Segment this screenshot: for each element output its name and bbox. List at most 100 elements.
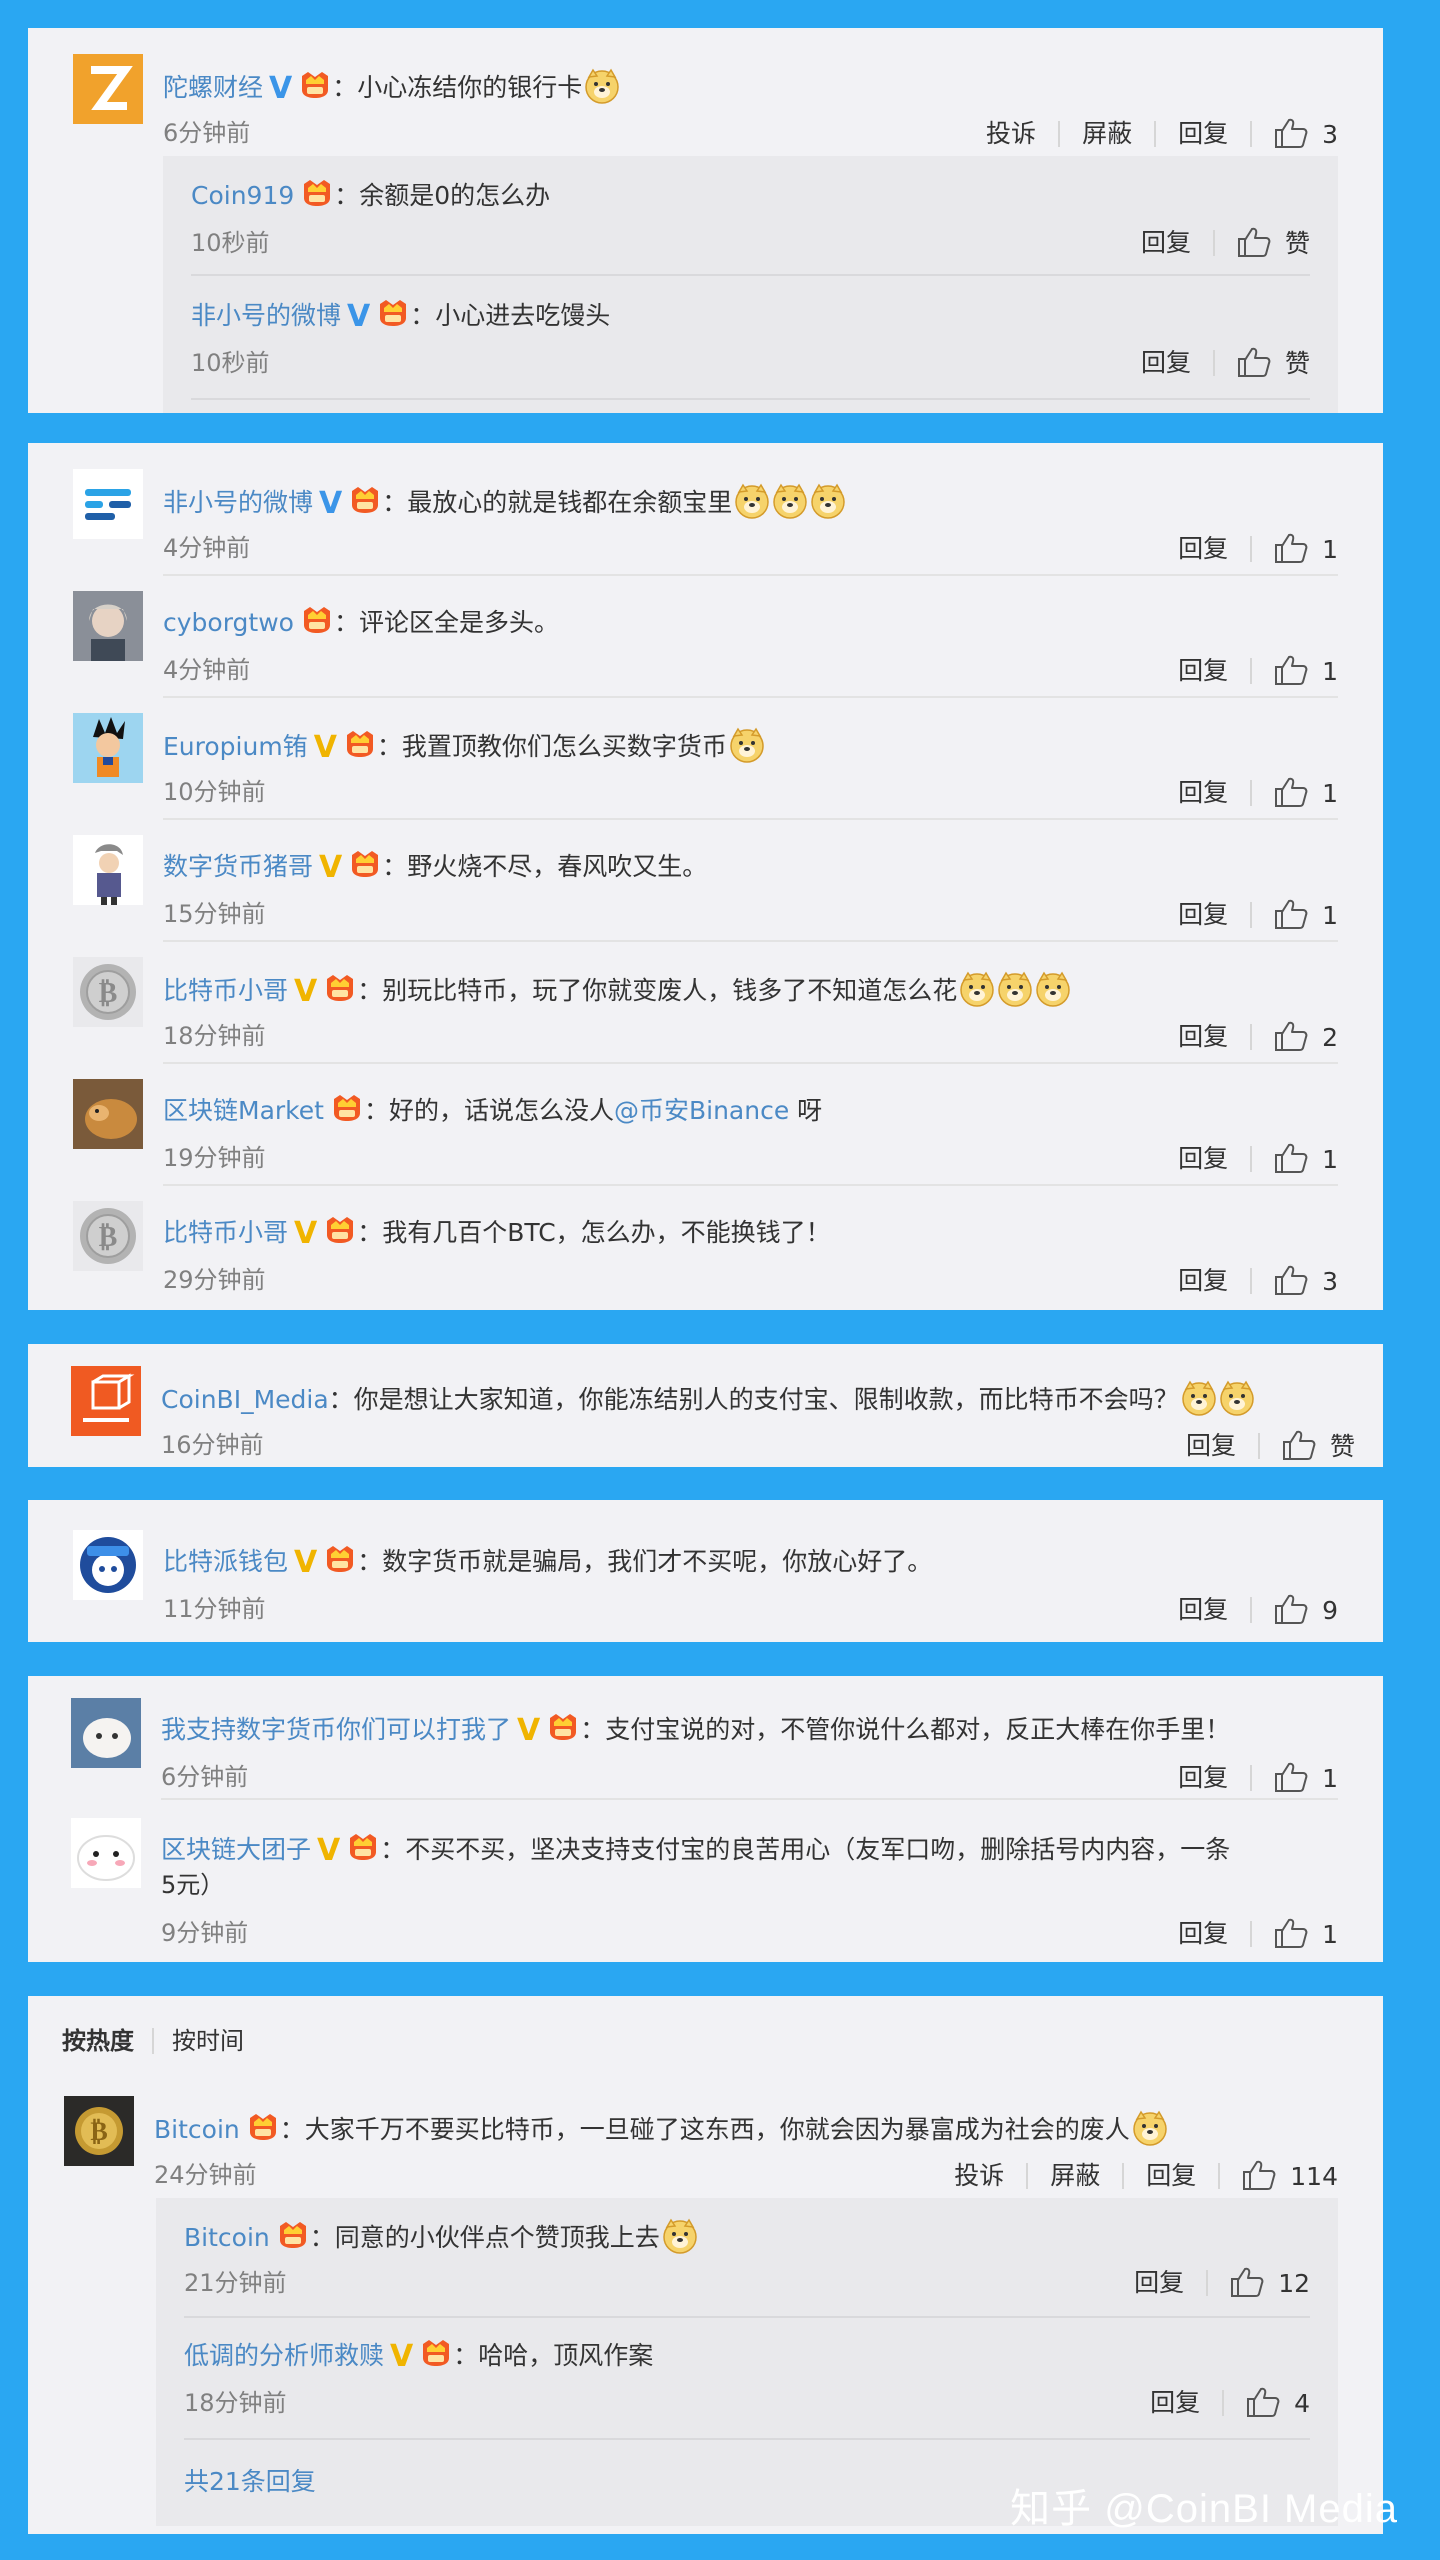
reply-button[interactable]: 回复: [1178, 1266, 1228, 1296]
divider: [1250, 1267, 1253, 1294]
like-button[interactable]: 1: [1274, 898, 1338, 931]
reply-button[interactable]: 回复: [1178, 900, 1228, 930]
divider: [163, 696, 1338, 698]
avatar[interactable]: [73, 1530, 143, 1600]
block-button[interactable]: 屏蔽: [1050, 2161, 1100, 2191]
doge-emoji-icon: [1035, 971, 1071, 1007]
like-button[interactable]: 12: [1230, 2266, 1310, 2299]
reply-button[interactable]: 回复: [1134, 2268, 1184, 2298]
reply-button[interactable]: 回复: [1186, 1431, 1236, 1461]
reply-actions: 回复 赞: [1141, 346, 1310, 379]
block-button[interactable]: 屏蔽: [1082, 119, 1132, 149]
username-link[interactable]: Bitcoin: [154, 2115, 240, 2144]
username-link[interactable]: 数字货币猪哥: [163, 852, 313, 881]
like-button[interactable]: 2: [1274, 1020, 1338, 1053]
like-button[interactable]: 1: [1274, 1142, 1338, 1175]
like-button[interactable]: 1: [1274, 1917, 1338, 1950]
sort-by-time-tab[interactable]: 按时间: [172, 2026, 244, 2056]
avatar[interactable]: [73, 469, 143, 539]
username-link[interactable]: CoinBI_Media: [161, 1385, 329, 1414]
username-link[interactable]: 低调的分析师救赎: [184, 2341, 384, 2370]
verified-yellow-v-icon: V: [390, 2339, 414, 2374]
avatar[interactable]: [71, 1366, 141, 1436]
reply-button[interactable]: 回复: [1178, 1919, 1228, 1949]
vip-badge-icon: [348, 849, 382, 879]
like-count: 赞: [1284, 229, 1310, 258]
reply-button[interactable]: 回复: [1178, 778, 1228, 808]
reply-button[interactable]: 回复: [1178, 534, 1228, 564]
mention-link[interactable]: @币安Binance: [614, 1096, 789, 1125]
like-button[interactable]: 114: [1242, 2159, 1338, 2192]
comment-text-line: 区块链大团子 V ：不买不买，坚决支持支付宝的良苦用心（友军口吻，删除括号内内容，一…: [161, 1832, 1338, 1867]
avatar[interactable]: ₿: [73, 1201, 143, 1271]
reply-button[interactable]: 回复: [1150, 2388, 1200, 2418]
comment-card-1: 陀螺财经 V ：小心冻结你的银行卡 6分钟前 投诉 屏蔽 回复 3 Coin919：…: [28, 28, 1383, 413]
like-button[interactable]: 赞: [1237, 346, 1310, 379]
like-button[interactable]: 3: [1274, 1264, 1338, 1297]
username-link[interactable]: 区块链Market: [163, 1096, 324, 1125]
username-link[interactable]: 区块链大团子: [161, 1835, 311, 1864]
like-button[interactable]: 1: [1274, 654, 1338, 687]
reply-button[interactable]: 回复: [1178, 119, 1228, 149]
like-count: 1: [1322, 1764, 1338, 1793]
reply-button[interactable]: 回复: [1178, 656, 1228, 686]
like-count: 4: [1294, 2389, 1310, 2418]
avatar[interactable]: [71, 1818, 141, 1888]
reply-button[interactable]: 回复: [1178, 1144, 1228, 1174]
like-button[interactable]: 赞: [1282, 1429, 1355, 1462]
comment-actions: 回复 1: [1178, 1917, 1338, 1950]
divider: [1257, 1432, 1260, 1459]
sort-by-hot-tab[interactable]: 按热度: [62, 2026, 134, 2056]
like-button[interactable]: 1: [1274, 776, 1338, 809]
like-button[interactable]: 赞: [1237, 226, 1310, 259]
avatar[interactable]: [73, 591, 143, 661]
verified-yellow-v-icon: V: [294, 1545, 318, 1579]
reply-button[interactable]: 回复: [1141, 348, 1191, 378]
like-button[interactable]: 1: [1274, 532, 1338, 565]
like-count: 3: [1322, 120, 1338, 149]
username-link[interactable]: Bitcoin: [184, 2223, 270, 2252]
username-link[interactable]: 我支持数字货币你们可以打我了: [161, 1715, 511, 1744]
divider: [1026, 2162, 1029, 2189]
username-link[interactable]: 比特币小哥: [163, 976, 288, 1005]
like-count: 2: [1322, 1023, 1338, 1052]
avatar[interactable]: [73, 713, 143, 783]
divider: [152, 2028, 154, 2054]
reply-button[interactable]: 回复: [1146, 2161, 1196, 2191]
report-button[interactable]: 投诉: [986, 119, 1036, 149]
report-button[interactable]: 投诉: [954, 2161, 1004, 2191]
username-link[interactable]: 非小号的微博: [191, 301, 341, 330]
timestamp: 18分钟前: [163, 1022, 266, 1050]
thumb-up-icon: [1274, 776, 1308, 808]
thumb-up-icon: [1237, 346, 1271, 378]
divider: [1250, 535, 1253, 562]
username-link[interactable]: Europium铕: [163, 732, 308, 761]
reply-button[interactable]: 回复: [1178, 1022, 1228, 1052]
like-button[interactable]: 4: [1246, 2386, 1310, 2419]
cat-emoji-icon: [1181, 1380, 1217, 1416]
like-button[interactable]: 3: [1274, 117, 1338, 150]
comment-actions: 回复 1: [1178, 776, 1338, 809]
username-link[interactable]: cyborgtwo: [163, 608, 294, 637]
username-link[interactable]: Coin919: [191, 181, 294, 210]
avatar[interactable]: [73, 54, 143, 124]
comment-text: ：最放心的就是钱都在余额宝里: [382, 488, 733, 517]
avatar[interactable]: [73, 835, 143, 905]
comment-actions: 回复 1: [1178, 532, 1338, 565]
vip-badge-icon: [376, 298, 410, 328]
like-button[interactable]: 9: [1274, 1593, 1338, 1626]
reply-button[interactable]: 回复: [1178, 1595, 1228, 1625]
avatar[interactable]: [71, 1698, 141, 1768]
username-link[interactable]: 比特币小哥: [163, 1218, 288, 1247]
reply-button[interactable]: 回复: [1178, 1763, 1228, 1793]
reply-button[interactable]: 回复: [1141, 228, 1191, 258]
avatar[interactable]: [73, 1079, 143, 1149]
username-link[interactable]: 陀螺财经: [163, 73, 263, 102]
username-link[interactable]: 非小号的微博: [163, 488, 313, 517]
avatar[interactable]: ₿: [64, 2096, 134, 2166]
username-link[interactable]: 比特派钱包: [163, 1547, 288, 1576]
like-button[interactable]: 1: [1274, 1761, 1338, 1794]
avatar[interactable]: ₿: [73, 957, 143, 1027]
view-all-replies-link[interactable]: 共21条回复: [184, 2466, 316, 2498]
like-count: 9: [1322, 1596, 1338, 1625]
